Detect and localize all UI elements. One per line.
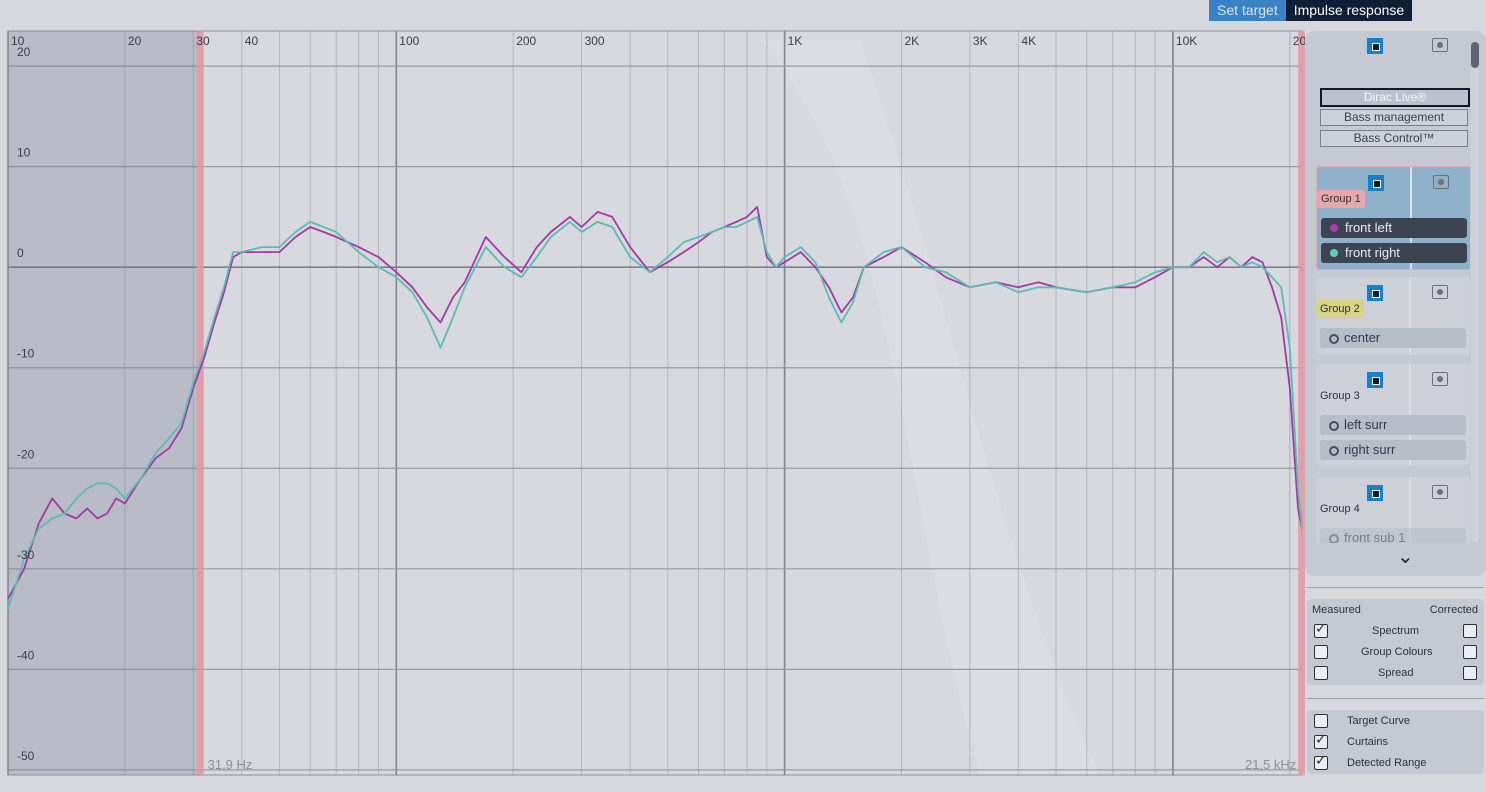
eye-icon[interactable] [1433, 175, 1449, 189]
spread-corrected-checkbox[interactable] [1463, 666, 1477, 680]
channel-right-surr[interactable]: right surr [1320, 440, 1466, 460]
group-3[interactable]: Group 3 left surr right surr [1316, 364, 1470, 466]
top-tab-bar: Set target Impulse response [1209, 0, 1413, 21]
group-1[interactable]: Group 1 front left front right [1316, 166, 1470, 270]
y-tick-label: -40 [17, 648, 35, 662]
channel-left-surr[interactable]: left surr [1320, 415, 1466, 435]
eye-icon[interactable] [1432, 285, 1448, 299]
channel-label: right surr [1344, 442, 1396, 457]
low-curtain-handle [196, 31, 204, 775]
link-icon[interactable] [1367, 372, 1383, 388]
measured-header: Measured [1312, 604, 1361, 616]
link-icon[interactable] [1367, 38, 1383, 54]
group-colours-measured-checkbox[interactable] [1314, 645, 1328, 659]
group-label: Group 4 [1320, 503, 1360, 515]
x-tick-label: 20K [1293, 34, 1305, 48]
y-tick-label: -10 [17, 347, 35, 361]
detected-range-label: Detected Range [1347, 757, 1427, 769]
spectrum-options-panel: Measured Corrected Spectrum Group Colour… [1307, 599, 1484, 685]
channel-dot [1329, 421, 1339, 431]
high-curtain-label: 21,5 kHz [1245, 757, 1296, 772]
group-label: Group 3 [1320, 390, 1360, 402]
frequency-response-chart[interactable]: 102030401002003001K2K3K4K10K20K20100-10-… [0, 0, 1305, 792]
channel-list: Dirac Live® Bass management Bass Control… [1310, 30, 1470, 543]
x-tick-label: 200 [516, 34, 536, 48]
dirac-live-button[interactable]: Dirac Live® [1320, 88, 1470, 107]
channel-front-sub-1[interactable]: front sub 1 [1320, 528, 1466, 543]
channel-dot [1329, 534, 1339, 543]
channel-color-dot [1330, 224, 1338, 232]
group-4[interactable]: Group 4 front sub 1 [1316, 477, 1470, 543]
y-tick-label: 20 [17, 45, 31, 59]
x-tick-label: 100 [399, 34, 419, 48]
link-icon[interactable] [1367, 285, 1383, 301]
eye-icon[interactable] [1432, 372, 1448, 386]
y-tick-label: 0 [17, 246, 24, 260]
low-curtain [8, 31, 204, 775]
group-label: Group 1 [1317, 190, 1365, 208]
chevron-down-icon[interactable]: ⌄ [1397, 544, 1414, 569]
x-tick-label: 4K [1021, 34, 1036, 48]
channel-list-scrollbar[interactable] [1471, 42, 1479, 542]
channel-label: center [1344, 330, 1381, 345]
group-label: Group 2 [1316, 300, 1364, 318]
channel-label: left surr [1344, 417, 1388, 432]
y-tick-label: -20 [17, 447, 35, 461]
bass-control-button[interactable]: Bass Control™ [1320, 130, 1468, 147]
curtains-label: Curtains [1347, 736, 1388, 748]
y-tick-label: -30 [17, 548, 35, 562]
divider [1307, 587, 1484, 588]
eye-icon[interactable] [1432, 485, 1448, 499]
channel-dot [1329, 334, 1339, 344]
channel-color-dot [1330, 249, 1338, 257]
x-tick-label: 20 [128, 34, 142, 48]
spread-measured-checkbox[interactable] [1314, 666, 1328, 680]
x-tick-label: 10K [1176, 34, 1197, 48]
channel-dot [1329, 446, 1339, 456]
high-curtain-handle [1298, 31, 1305, 775]
dirac-group: Dirac Live® Bass management Bass Control… [1316, 30, 1470, 147]
eye-icon[interactable] [1432, 38, 1448, 52]
scrollbar-thumb[interactable] [1471, 42, 1479, 68]
spectrum-label: Spectrum [1372, 625, 1420, 637]
divider [1307, 698, 1484, 699]
spectrum-measured-checkbox[interactable] [1314, 621, 1328, 638]
y-tick-label: 10 [17, 146, 31, 160]
detected-range-checkbox[interactable] [1314, 753, 1328, 770]
channel-label: front left [1345, 220, 1392, 235]
bass-management-button[interactable]: Bass management [1320, 109, 1468, 126]
channel-center[interactable]: center [1320, 328, 1466, 348]
channel-front-left[interactable]: front left [1321, 218, 1467, 238]
link-icon[interactable] [1367, 485, 1383, 501]
target-curve-checkbox[interactable] [1314, 714, 1328, 728]
tab-impulse-response[interactable]: Impulse response [1285, 0, 1413, 21]
spectrum-corrected-checkbox[interactable] [1463, 624, 1477, 638]
x-tick-label: 300 [585, 34, 605, 48]
x-tick-label: 3K [973, 34, 988, 48]
target-curve-label: Target Curve [1347, 715, 1410, 727]
link-icon[interactable] [1368, 175, 1384, 191]
spread-label: Spread [1378, 667, 1414, 679]
corrected-header: Corrected [1429, 604, 1478, 616]
x-tick-label: 40 [245, 34, 259, 48]
y-tick-label: -50 [17, 749, 35, 763]
x-tick-label: 2K [904, 34, 919, 48]
group-colours-corrected-checkbox[interactable] [1463, 645, 1477, 659]
x-tick-label: 1K [788, 34, 803, 48]
low-curtain-label: 31,9 Hz [208, 757, 253, 772]
group-colours-label: Group Colours [1361, 646, 1433, 658]
overlay-options-panel: Target Curve Curtains Detected Range [1307, 710, 1484, 774]
channel-label: front right [1345, 245, 1400, 260]
channel-front-right[interactable]: front right [1321, 243, 1467, 263]
tab-set-target[interactable]: Set target [1209, 0, 1286, 21]
x-tick-label: 30 [196, 34, 210, 48]
channel-label: front sub 1 [1344, 530, 1406, 543]
group-2[interactable]: Group 2 center [1316, 277, 1470, 355]
curtains-checkbox[interactable] [1314, 732, 1328, 749]
